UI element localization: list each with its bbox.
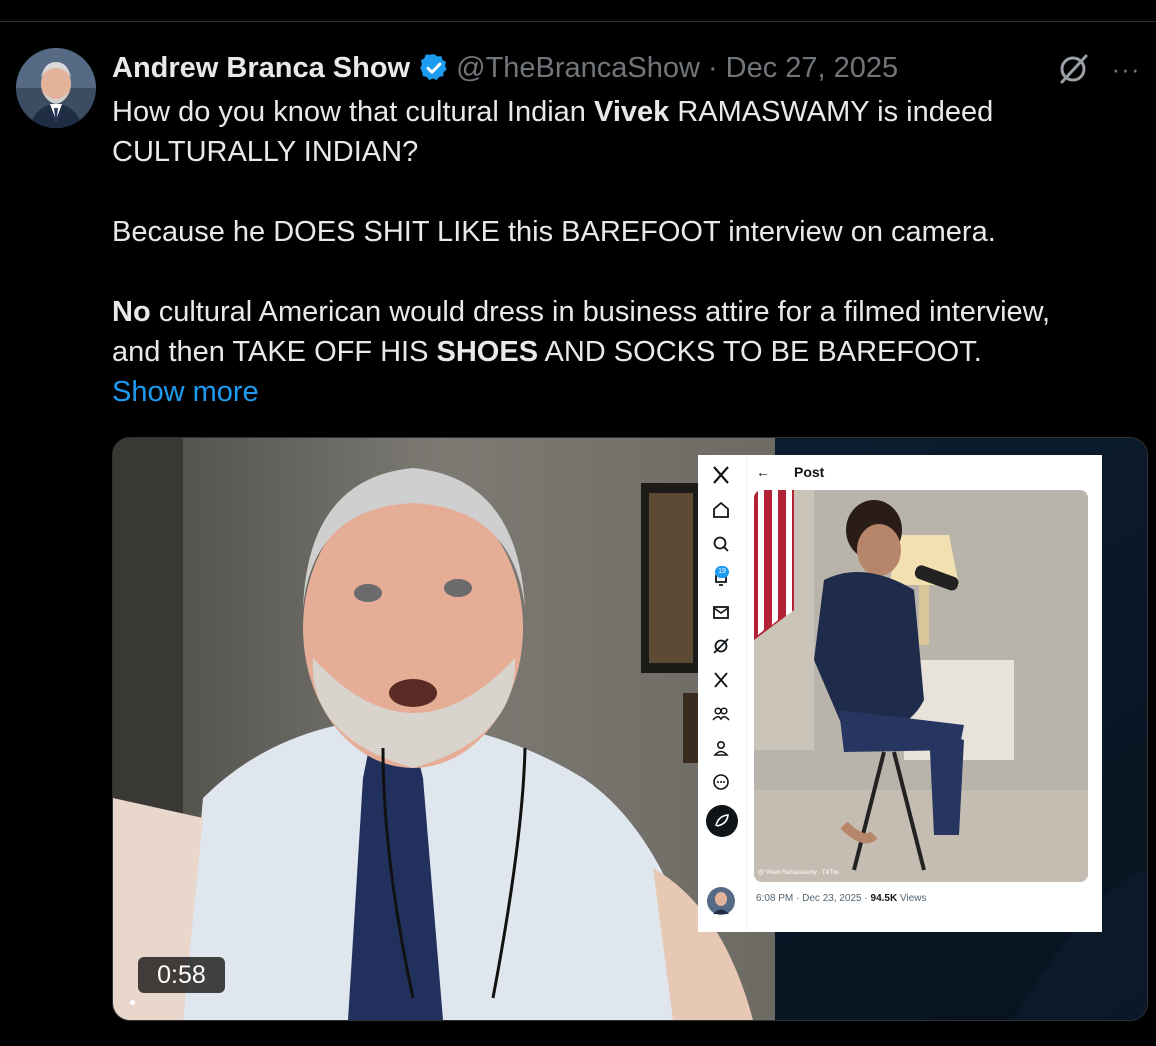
verified-badge-icon bbox=[418, 52, 450, 84]
embedded-post-title: Post bbox=[794, 464, 825, 480]
video-duration: 0:58 bbox=[138, 957, 225, 993]
notification-badge: 19 bbox=[715, 566, 729, 578]
embedded-sidebar: 19 bbox=[698, 455, 747, 932]
compose-icon[interactable] bbox=[705, 804, 739, 838]
text-line-2: CULTURALLY INDIAN? bbox=[112, 136, 419, 168]
communities-icon[interactable] bbox=[710, 703, 732, 725]
x-logo-icon[interactable] bbox=[710, 464, 732, 486]
embedded-photo[interactable]: @ Vivek Ramaswamy · TikTok bbox=[754, 490, 1088, 882]
embedded-watermark: @ Vivek Ramaswamy · TikTok bbox=[758, 870, 839, 876]
text-line-3: Because he DOES SHIT LIKE this BAREFOOT … bbox=[112, 216, 996, 248]
search-icon[interactable] bbox=[710, 533, 732, 555]
avatar-image bbox=[16, 48, 96, 128]
embedded-screenshot: 19 ← Post @ Vivek Ramaswamy · TikTok 6:0… bbox=[698, 455, 1102, 932]
top-divider bbox=[0, 21, 1156, 22]
tweet-header: Andrew Branca Show @TheBrancaShow · Dec … bbox=[112, 48, 898, 88]
grok-icon[interactable] bbox=[710, 635, 732, 657]
text-line-5: and then TAKE OFF HIS SHOES AND SOCKS TO… bbox=[112, 336, 982, 368]
author-name[interactable]: Andrew Branca Show bbox=[112, 52, 410, 85]
progress-dot[interactable] bbox=[130, 1000, 135, 1005]
avatar[interactable] bbox=[16, 48, 96, 128]
embedded-avatar[interactable] bbox=[707, 887, 735, 915]
more-icon[interactable]: ··· bbox=[1108, 54, 1144, 84]
author-handle[interactable]: @TheBrancaShow bbox=[456, 52, 700, 85]
text-line-4: No cultural American would dress in busi… bbox=[112, 296, 1051, 328]
profile-icon[interactable] bbox=[710, 737, 732, 759]
video-player[interactable]: 19 ← Post @ Vivek Ramaswamy · TikTok 6:0… bbox=[112, 437, 1148, 1021]
back-arrow-icon[interactable]: ← bbox=[756, 464, 770, 480]
tweet-text: How do you know that cultural Indian Viv… bbox=[112, 92, 1142, 412]
x-premium-icon[interactable] bbox=[710, 669, 732, 691]
mail-icon[interactable] bbox=[710, 601, 732, 623]
tweet-date[interactable]: Dec 27, 2025 bbox=[726, 52, 899, 85]
text-line-1: How do you know that cultural Indian Viv… bbox=[112, 96, 994, 128]
grok-icon[interactable] bbox=[1056, 52, 1090, 86]
home-icon[interactable] bbox=[710, 499, 732, 521]
embedded-meta: 6:08 PM · Dec 23, 2025 · 94.5K Views bbox=[756, 893, 927, 904]
header-separator: · bbox=[707, 51, 718, 84]
more-circle-icon[interactable] bbox=[710, 771, 732, 793]
show-more-link[interactable]: Show more bbox=[112, 376, 259, 408]
